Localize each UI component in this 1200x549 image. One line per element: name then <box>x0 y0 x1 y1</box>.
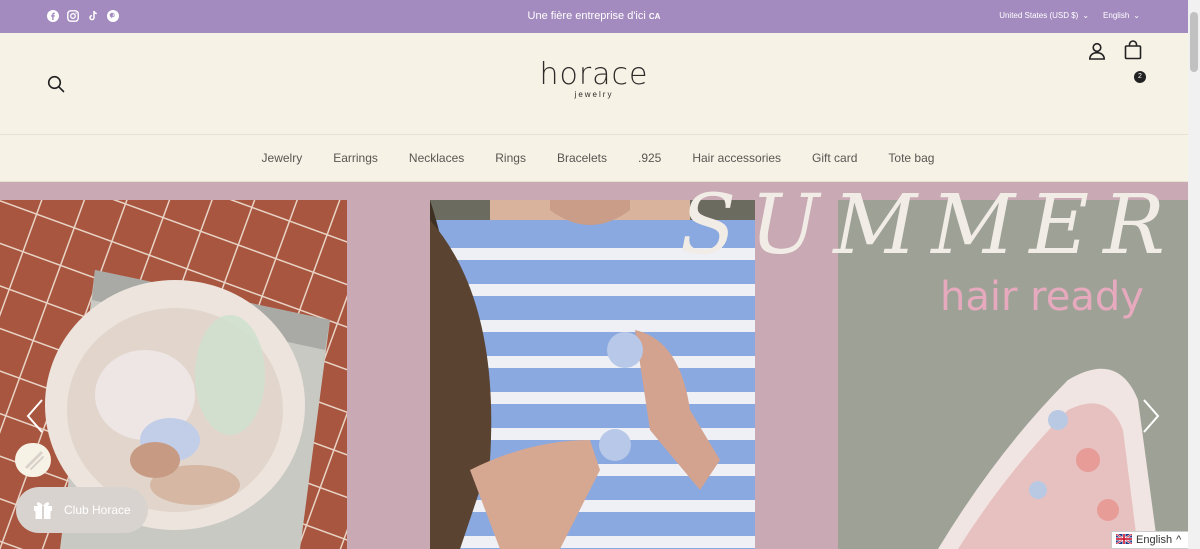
nav-item-hair-accessories[interactable]: Hair accessories <box>692 151 781 165</box>
locale-selectors: United States (USD $) ⌄ English ⌄ <box>999 11 1140 20</box>
currency-label: United States (USD $) <box>999 11 1079 20</box>
announcement-message: Une fière entreprise d'ici <box>527 10 646 22</box>
announcement-bar: Une fière entreprise d'ici CA United Sta… <box>0 0 1188 33</box>
slide-prev-arrow-icon[interactable] <box>24 398 46 434</box>
logo-tagline: jewelry <box>574 90 614 99</box>
club-horace-button[interactable]: Club Horace <box>16 487 148 533</box>
cart-count-badge: 2 <box>1134 71 1146 83</box>
site-header: horace jewelry <box>0 33 1188 135</box>
language-widget[interactable]: English ^ <box>1111 531 1189 549</box>
nav-item-925[interactable]: .925 <box>638 151 661 165</box>
rewards-badge[interactable] <box>15 443 51 477</box>
nav-item-jewelry[interactable]: Jewelry <box>262 151 303 165</box>
gift-icon <box>32 498 54 523</box>
nav-item-necklaces[interactable]: Necklaces <box>409 151 464 165</box>
cart-icon[interactable] <box>1124 40 1142 65</box>
currency-selector[interactable]: United States (USD $) ⌄ <box>999 11 1089 20</box>
slide-next-arrow-icon[interactable] <box>1140 398 1162 434</box>
uk-flag-icon <box>1115 532 1133 547</box>
main-navigation: Jewelry Earrings Necklaces Rings Bracele… <box>0 135 1188 182</box>
hero-subtitle: hair ready <box>940 274 1144 320</box>
chevron-down-icon: ⌄ <box>1133 11 1140 20</box>
chevron-up-icon: ^ <box>1176 534 1182 546</box>
language-label: English <box>1103 11 1130 20</box>
logo-wordmark: horace <box>539 57 649 92</box>
language-widget-label: English <box>1136 534 1173 546</box>
nav-item-earrings[interactable]: Earrings <box>333 151 378 165</box>
club-button-label: Club Horace <box>64 503 131 517</box>
hero-title: SUMMER <box>680 182 1179 273</box>
nav-item-bracelets[interactable]: Bracelets <box>557 151 607 165</box>
chevron-down-icon: ⌄ <box>1082 11 1090 20</box>
hero-slideshow[interactable]: SUMMER hair ready <box>0 182 1188 549</box>
page-scrollbar[interactable] <box>1188 0 1200 549</box>
country-tag: CA <box>648 12 661 21</box>
scrollbar-thumb[interactable] <box>1190 12 1198 72</box>
nav-item-rings[interactable]: Rings <box>495 151 526 165</box>
nav-item-tote-bag[interactable]: Tote bag <box>888 151 934 165</box>
account-icon[interactable] <box>1088 42 1106 65</box>
nav-item-gift-card[interactable]: Gift card <box>812 151 857 165</box>
language-selector[interactable]: English ⌄ <box>1103 11 1140 20</box>
site-logo[interactable]: horace jewelry <box>0 57 1188 99</box>
